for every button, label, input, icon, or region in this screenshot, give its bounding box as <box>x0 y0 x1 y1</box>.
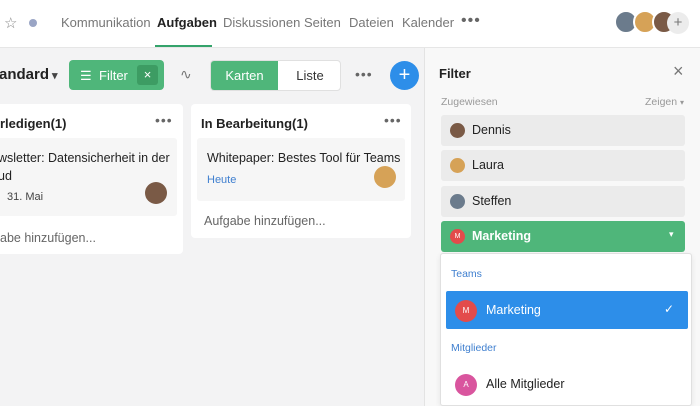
assignee-select[interactable]: M Marketing ▾ <box>441 221 685 252</box>
dropdown-item-marketing[interactable]: M Marketing ✓ <box>446 291 688 329</box>
chevron-down-icon: ▾ <box>669 229 674 239</box>
column-more-icon[interactable]: ••• <box>384 112 402 128</box>
activity-pulse-icon[interactable]: ∿ <box>180 66 192 83</box>
members-section-label: Mitglieder <box>451 342 497 354</box>
assigned-label: Zugewiesen <box>441 96 498 108</box>
due-date: Heute <box>207 174 237 186</box>
avatar <box>374 166 396 188</box>
status-dot-icon <box>29 19 37 27</box>
person-label: Steffen <box>472 194 512 208</box>
filter-button[interactable]: ☰ Filter × <box>69 60 164 90</box>
avatar <box>450 158 465 173</box>
due-date: 31. Mai <box>7 191 44 203</box>
filter-person-laura[interactable]: Laura <box>441 150 685 181</box>
avatar <box>450 123 465 138</box>
star-icon[interactable]: ☆ <box>4 14 17 32</box>
dropdown-item-label: Marketing <box>486 303 541 317</box>
person-label: Laura <box>472 158 504 172</box>
filter-panel-title: Filter <box>439 66 471 81</box>
check-icon: ✓ <box>664 302 675 316</box>
chevron-down-icon: ▾ <box>52 70 58 82</box>
cards-view-button[interactable]: Karten <box>211 61 278 90</box>
teams-section-label: Teams <box>451 268 482 280</box>
active-tab-indicator <box>155 45 212 47</box>
list-view-button[interactable]: Liste <box>278 61 340 90</box>
board-column: rledigen(1) ••• wsletter: Datensicherhei… <box>0 104 183 254</box>
team-badge: M <box>450 229 465 244</box>
top-nav: ☆ Kommunikation Aufgaben Diskussionen Se… <box>0 0 700 48</box>
tab-dateien[interactable]: Dateien <box>349 15 394 30</box>
filter-person-dennis[interactable]: Dennis <box>441 115 685 146</box>
card-title-line: Whitepaper: Bestes Tool für Teams <box>207 151 401 165</box>
task-card[interactable]: wsletter: Datensicherheit in der ud 31. … <box>0 138 177 216</box>
column-title: In Bearbeitung(1) <box>201 116 308 131</box>
member-avatars[interactable] <box>614 10 676 36</box>
more-tabs-icon[interactable]: ••• <box>461 12 481 30</box>
person-label: Dennis <box>472 123 511 137</box>
team-badge: M <box>455 300 477 322</box>
tab-diskussionen[interactable]: Diskussionen <box>223 15 300 30</box>
filter-lines-icon: ☰ <box>80 68 92 83</box>
column-title: rledigen(1) <box>0 116 67 131</box>
view-selector[interactable]: tandard▾ <box>0 66 58 83</box>
add-task-link[interactable]: Aufgabe hinzufügen... <box>204 214 326 228</box>
show-label: Zeigen <box>645 96 678 108</box>
tab-aufgaben[interactable]: Aufgaben <box>157 15 217 30</box>
assignee-dropdown: Teams M Marketing ✓ Mitglieder A Alle Mi… <box>440 253 692 406</box>
selected-assignee-label: Marketing <box>472 229 532 243</box>
dropdown-item-all-members[interactable]: A Alle Mitglieder <box>446 365 688 403</box>
member-badge: A <box>455 374 477 396</box>
card-title-line: ud <box>0 169 12 183</box>
filter-button-label: Filter <box>99 68 128 83</box>
column-more-icon[interactable]: ••• <box>155 112 173 128</box>
add-member-button[interactable]: + <box>667 12 689 34</box>
tab-kommunikation[interactable]: Kommunikation <box>61 15 151 30</box>
add-task-link[interactable]: abe hinzufügen... <box>0 231 96 245</box>
dropdown-item-label: Alle Mitglieder <box>486 377 565 391</box>
tab-kalender[interactable]: Kalender <box>402 15 454 30</box>
board-column: In Bearbeitung(1) ••• Whitepaper: Bestes… <box>191 104 411 238</box>
avatar <box>450 194 465 209</box>
add-task-button[interactable]: + <box>390 61 419 90</box>
show-dropdown[interactable]: Zeigen ▾ <box>645 96 684 108</box>
view-selector-label: tandard <box>0 66 50 83</box>
task-card[interactable]: Whitepaper: Bestes Tool für Teams Heute <box>197 138 405 201</box>
filter-person-steffen[interactable]: Steffen <box>441 186 685 217</box>
more-options-icon[interactable]: ••• <box>355 66 373 82</box>
avatar <box>145 182 167 204</box>
tab-seiten[interactable]: Seiten <box>304 15 341 30</box>
view-toggle: Karten Liste <box>210 60 341 91</box>
clear-filter-button[interactable]: × <box>137 65 158 85</box>
close-icon[interactable]: × <box>673 61 684 82</box>
chevron-down-icon: ▾ <box>680 98 685 107</box>
card-title-line: wsletter: Datensicherheit in der <box>0 151 170 165</box>
